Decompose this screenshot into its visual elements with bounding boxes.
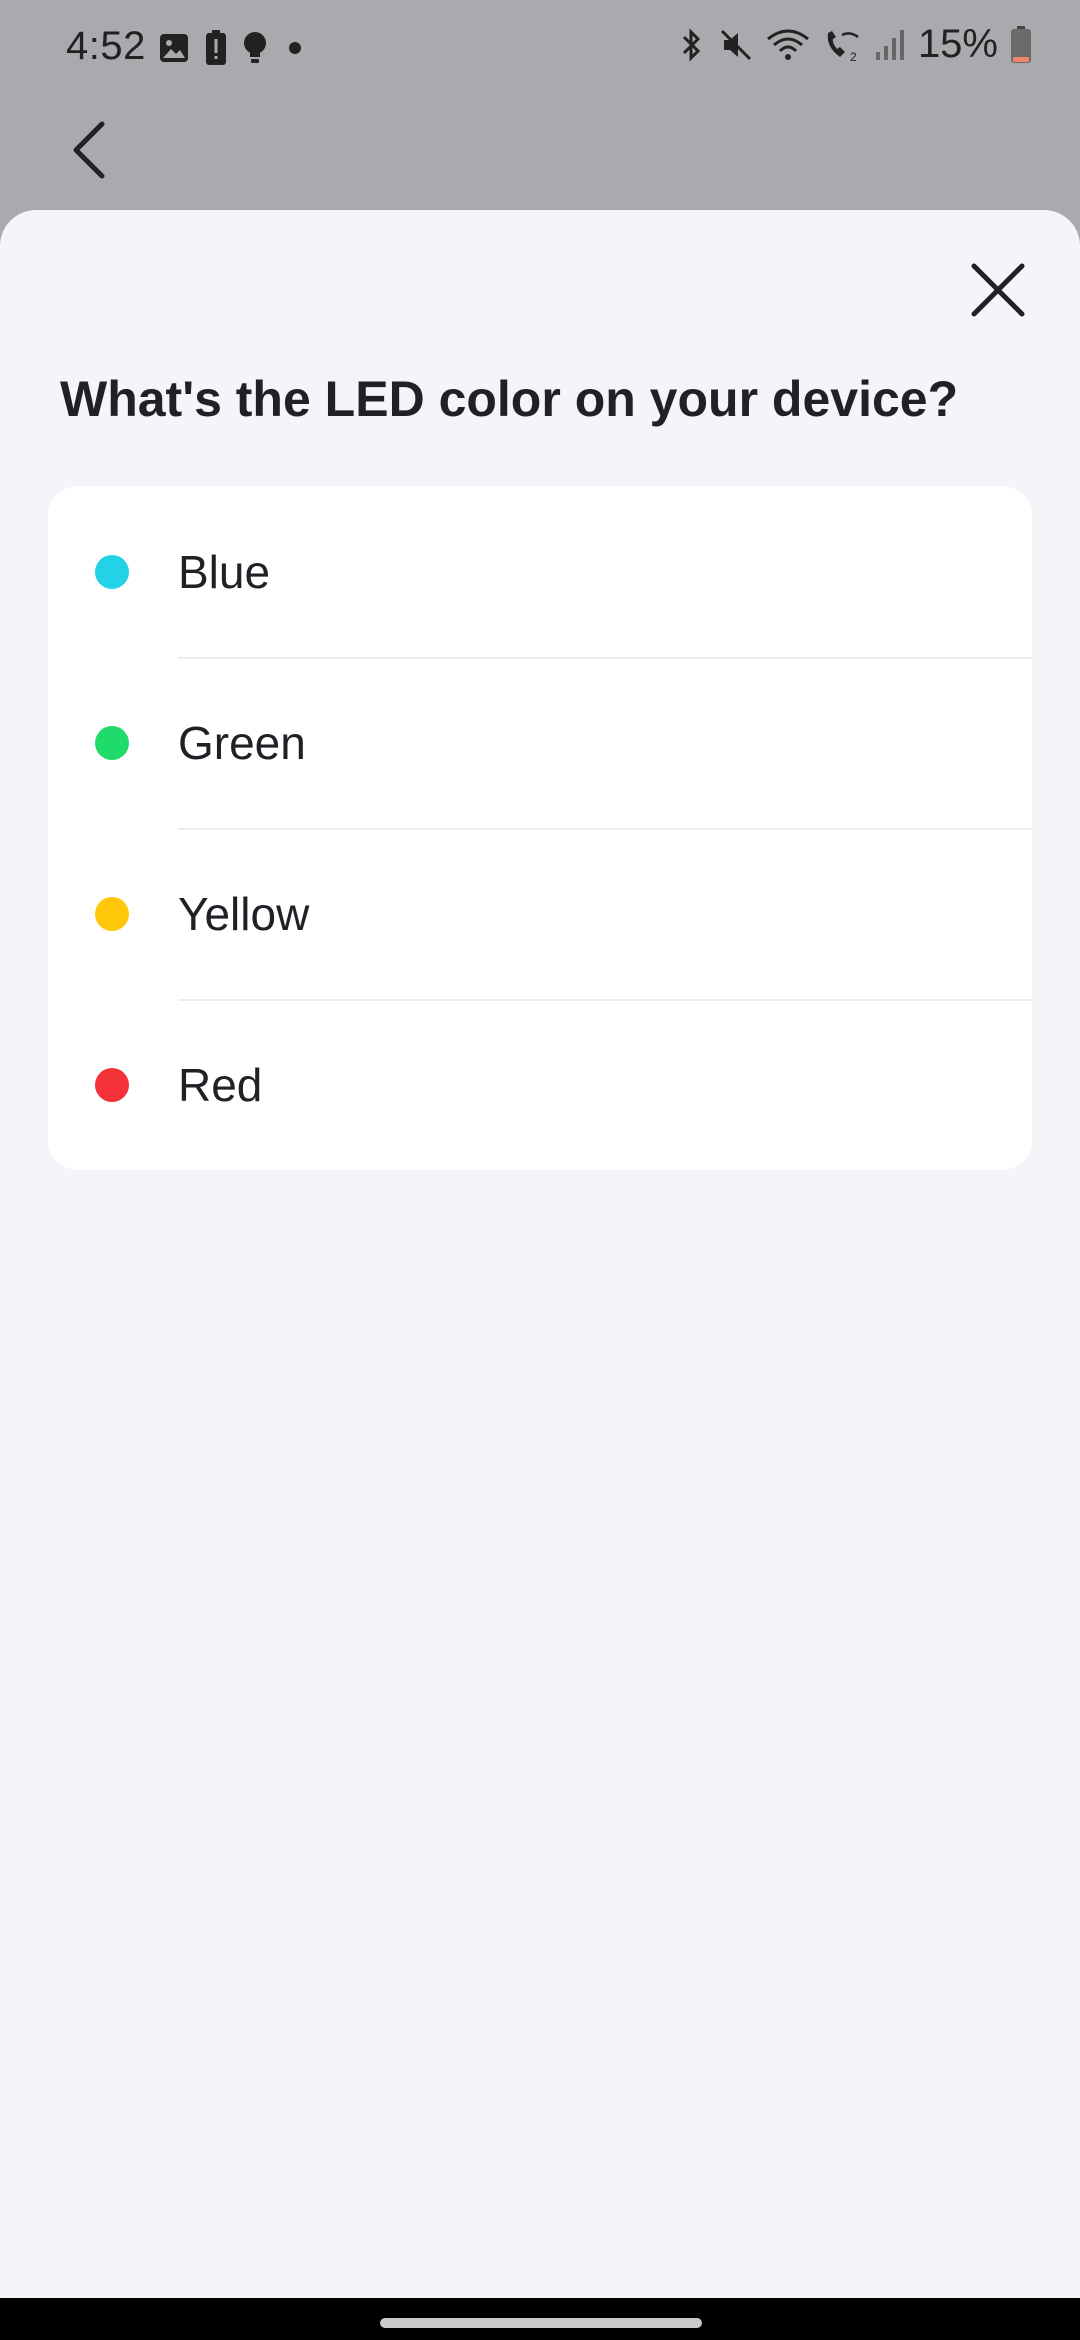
option-red[interactable]: Red xyxy=(48,999,1032,1170)
bulb-icon xyxy=(242,31,268,65)
option-blue[interactable]: Blue xyxy=(48,486,1032,657)
option-label: Yellow xyxy=(178,887,310,940)
chevron-left-icon xyxy=(73,121,105,179)
option-label: Green xyxy=(178,716,306,769)
option-yellow[interactable]: Yellow xyxy=(48,828,1032,999)
notification-icons xyxy=(158,30,308,66)
battery-icon xyxy=(1010,25,1032,64)
close-icon xyxy=(971,263,1025,317)
page-title: What's the LED color on your device? xyxy=(60,371,959,427)
color-dot-icon xyxy=(95,1067,129,1102)
option-label: Blue xyxy=(178,545,271,598)
bottom-sheet: What's the LED color on your device? Blu… xyxy=(0,210,1080,2298)
svg-text:2: 2 xyxy=(850,50,857,63)
option-green[interactable]: Green xyxy=(48,657,1032,828)
bluetooth-icon xyxy=(676,27,706,63)
color-dot-icon xyxy=(95,554,129,589)
wifi-call-icon: 2 xyxy=(822,27,862,63)
signal-icon xyxy=(874,28,906,62)
status-time: 4:52 xyxy=(66,24,146,68)
dot-icon xyxy=(282,35,308,61)
system-status-icons: 2 15% xyxy=(676,22,1032,67)
battery-percent: 15% xyxy=(917,22,998,66)
led-color-options: Blue Green Yellow Red xyxy=(48,486,1032,1170)
home-handle[interactable] xyxy=(380,2318,702,2328)
mute-icon xyxy=(718,27,754,63)
navigation-bar xyxy=(0,2298,1080,2340)
battery-alert-icon xyxy=(204,30,228,66)
color-dot-icon xyxy=(95,896,129,931)
wifi-icon xyxy=(766,27,810,63)
option-label: Red xyxy=(178,1058,263,1111)
close-button[interactable] xyxy=(958,250,1038,330)
status-bar: 4:52 2 15% xyxy=(0,0,1080,96)
back-button[interactable] xyxy=(60,110,120,190)
color-dot-icon xyxy=(95,725,129,760)
image-icon xyxy=(158,32,190,64)
